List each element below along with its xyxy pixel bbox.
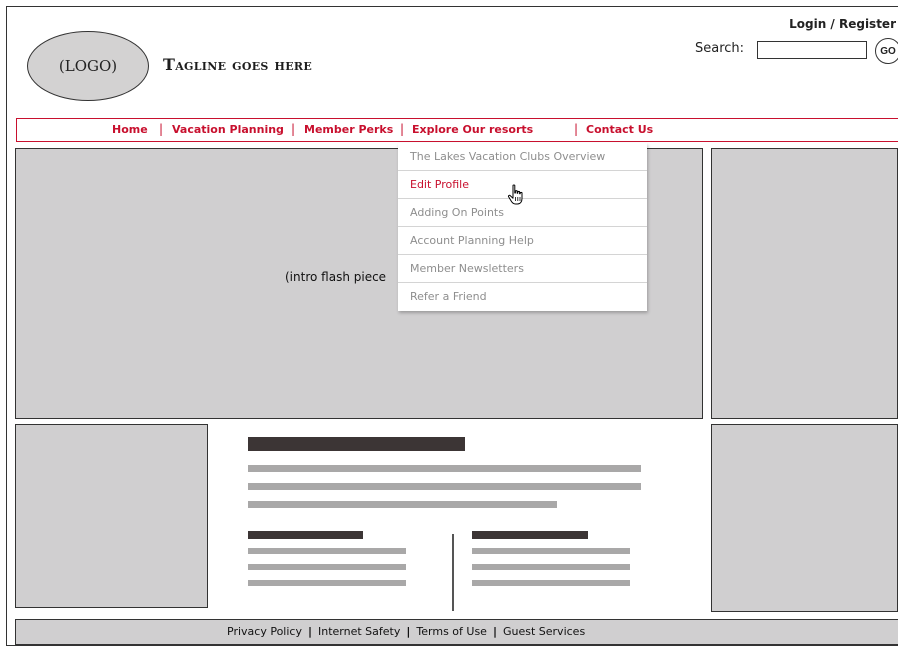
nav-separator: | (291, 122, 296, 136)
footer-link-internet-safety[interactable]: Internet Safety (318, 625, 400, 638)
left-placeholder-box (15, 424, 208, 608)
nav-item-explore-our-resorts[interactable]: Explore Our resorts (412, 123, 533, 136)
logo-text: (LOGO) (58, 57, 118, 75)
nav-item-member-perks[interactable]: Member Perks (304, 123, 393, 136)
column-text-line-right (472, 548, 630, 554)
intro-flash-label: (intro flash piece (285, 270, 387, 284)
right-placeholder-box-top (711, 148, 898, 419)
column-heading-bar-right (472, 531, 588, 539)
hand-pointer-icon (507, 184, 523, 205)
column-heading-bar-left (248, 531, 363, 539)
footer-separator: | (492, 625, 497, 638)
content-text-line (248, 501, 557, 508)
dropdown-item-account-planning-help[interactable]: Account Planning Help (398, 227, 647, 255)
dropdown-item-member-newsletters[interactable]: Member Newsletters (398, 255, 647, 283)
column-text-line-left (248, 548, 406, 554)
nav-separator: | (574, 122, 579, 136)
tagline: Tagline goes here (163, 55, 313, 74)
content-heading-bar (248, 437, 465, 451)
column-text-line-left (248, 564, 406, 570)
content-text-line (248, 465, 641, 472)
column-text-line-left (248, 580, 406, 586)
logo[interactable]: (LOGO) (27, 31, 149, 101)
dropdown-item-refer-a-friend[interactable]: Refer a Friend (398, 283, 647, 311)
search-input[interactable] (757, 41, 867, 59)
login-register-link[interactable]: Login / Register (789, 17, 896, 31)
nav-item-contact-us[interactable]: Contact Us (586, 123, 653, 136)
nav-separator: | (159, 122, 164, 136)
go-button[interactable]: GO (875, 38, 898, 64)
dropdown-item-overview[interactable]: The Lakes Vacation Clubs Overview (398, 143, 647, 171)
footer-links: Privacy Policy | Internet Safety | Terms of … (227, 625, 585, 638)
explore-resorts-dropdown: The Lakes Vacation Clubs Overview Edit P… (398, 143, 647, 311)
nav-separator: | (400, 122, 405, 136)
footer-link-guest-services[interactable]: Guest Services (503, 625, 585, 638)
footer-link-privacy-policy[interactable]: Privacy Policy (227, 625, 302, 638)
nav-item-home[interactable]: Home (112, 123, 148, 136)
content-text-line (248, 483, 641, 490)
column-text-line-right (472, 564, 630, 570)
main-nav: Home | Vacation Planning | Member Perks … (16, 118, 898, 142)
search-label: Search: (695, 41, 745, 56)
nav-item-vacation-planning[interactable]: Vacation Planning (172, 123, 284, 136)
footer-separator: | (307, 625, 312, 638)
column-divider (452, 534, 454, 611)
footer-separator: | (406, 625, 411, 638)
footer-link-terms-of-use[interactable]: Terms of Use (416, 625, 487, 638)
footer: Privacy Policy | Internet Safety | Terms of … (15, 619, 898, 645)
column-text-line-right (472, 580, 630, 586)
right-placeholder-box-bottom (711, 424, 898, 612)
